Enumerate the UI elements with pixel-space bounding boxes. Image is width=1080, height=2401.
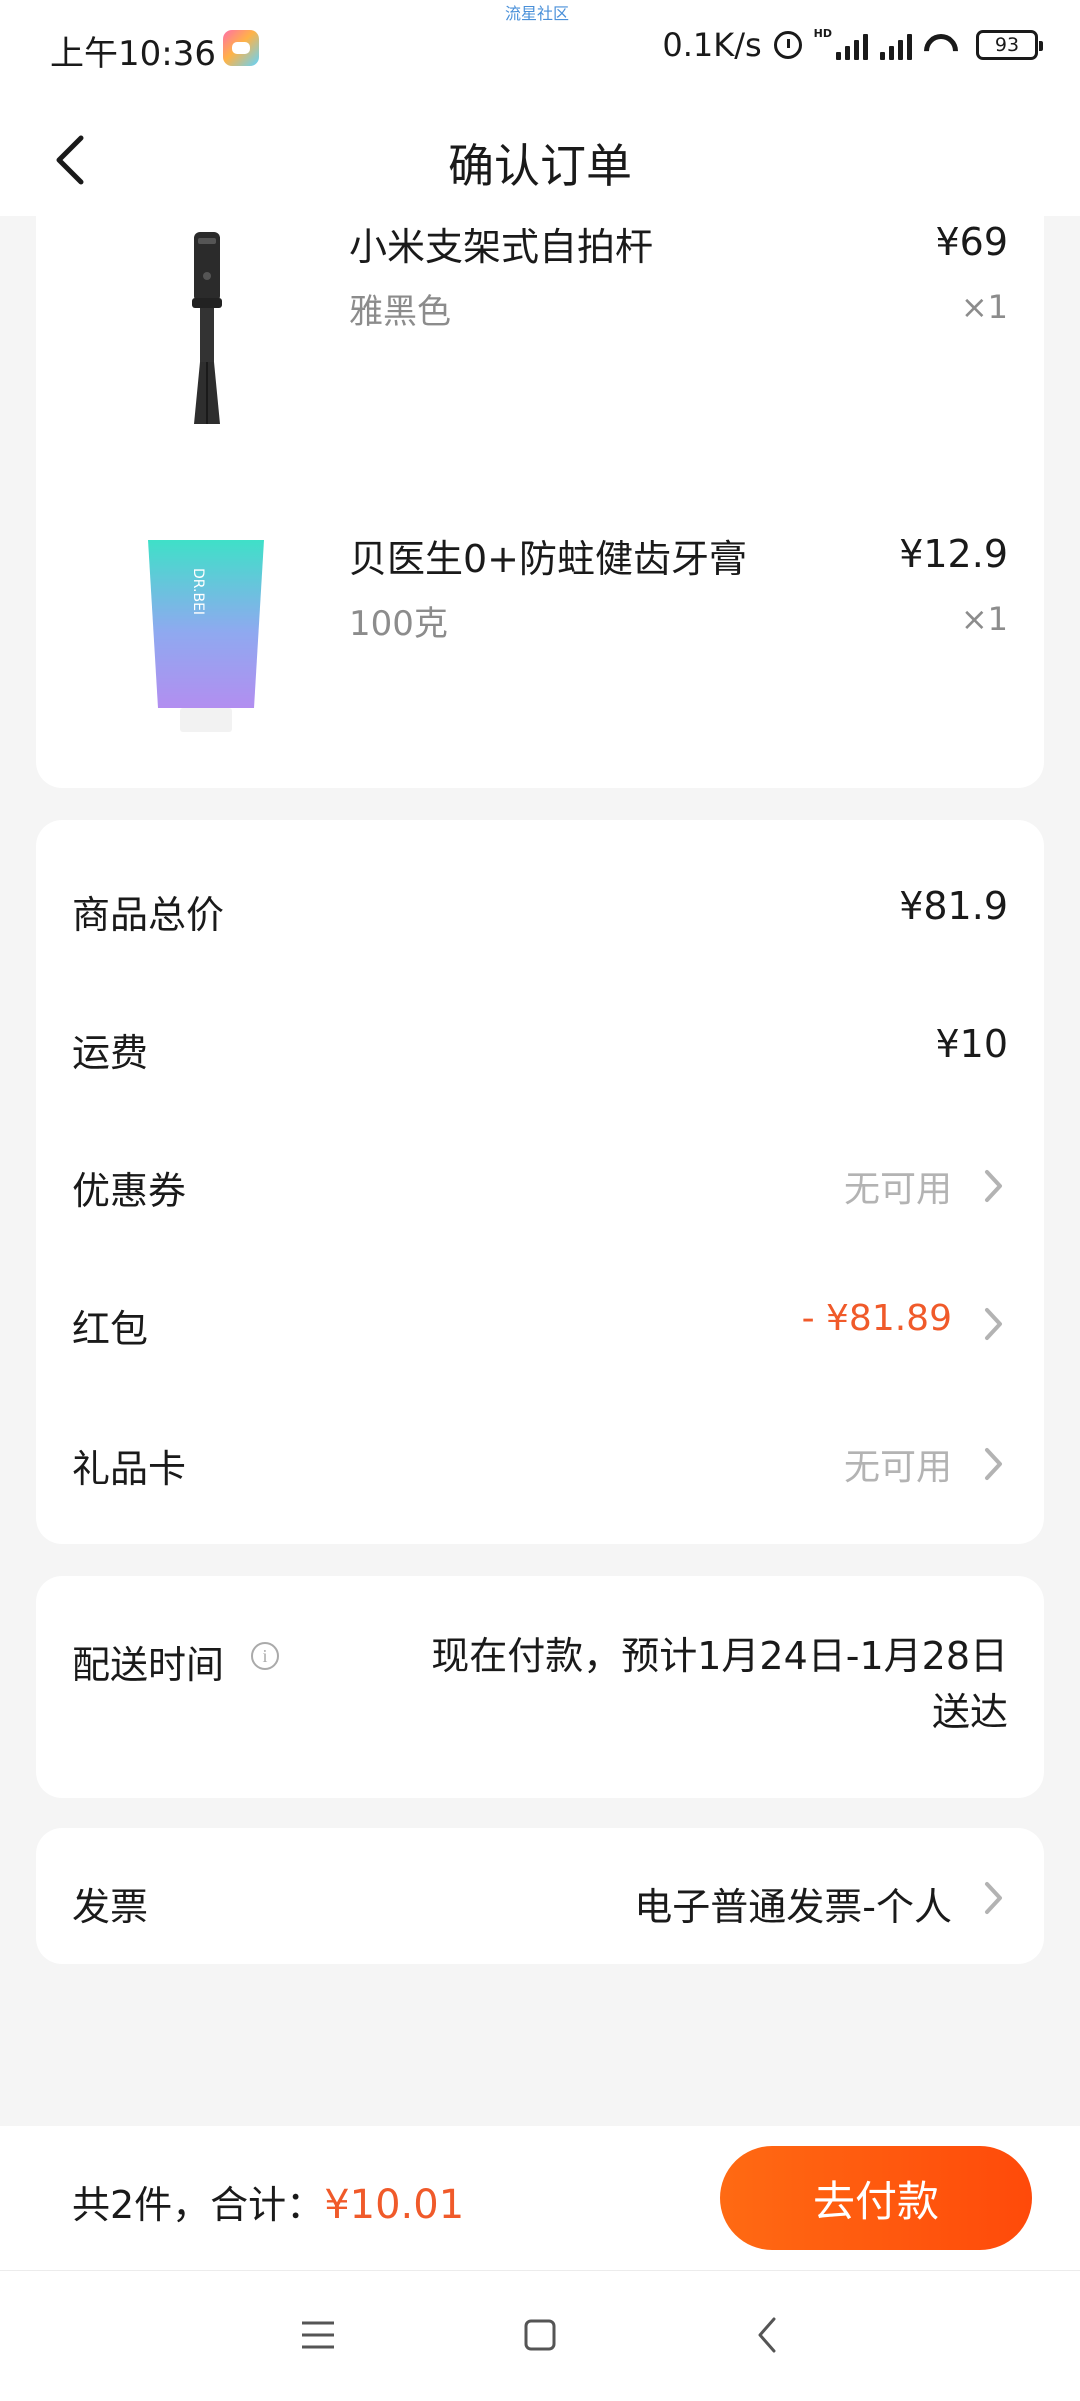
home-icon[interactable] <box>518 2313 562 2357</box>
product-variant: 100克 <box>349 604 448 644</box>
red-packet-value: - ¥81.89 <box>801 1298 952 1339</box>
status-indicators: 0.1K/s HD 93 <box>662 26 1043 64</box>
network-speed: 0.1K/s <box>662 26 762 64</box>
invoice-value: 电子普通发票-个人 <box>634 1885 952 1929</box>
toothpaste-image: DR.BEI <box>148 540 264 732</box>
product-price: ¥69 <box>935 220 1008 264</box>
checkout-bar: 共2件，合计：¥10.01 去付款 <box>0 2126 1080 2270</box>
header: 确认订单 <box>0 100 1080 216</box>
summary-prefix: 共2件，合计： <box>72 2183 325 2227</box>
shipping-value: ¥10 <box>935 1022 1008 1066</box>
red-packet-row[interactable]: 红包 - ¥81.89 <box>36 1258 1044 1378</box>
menu-icon[interactable] <box>296 2313 340 2357</box>
battery-icon: 93 <box>976 30 1043 60</box>
product-name: 贝医生0+防蛀健齿牙膏 <box>349 537 748 581</box>
chevron-right-icon <box>985 1882 1002 1914</box>
gift-card-value: 无可用 <box>843 1447 952 1488</box>
hd-label: HD <box>813 26 832 40</box>
order-summary: 共2件，合计：¥10.01 <box>72 2174 464 2229</box>
selfie-stick-image <box>192 232 222 424</box>
delivery-time-card: 配送时间 i 现在付款，预计1月24日-1月28日送达 <box>36 1576 1044 1798</box>
subtotal-row: 商品总价 ¥81.9 <box>36 844 1044 964</box>
coupon-value: 无可用 <box>843 1169 952 1210</box>
system-nav-bar <box>0 2270 1080 2401</box>
product-name: 小米支架式自拍杆 <box>349 225 654 269</box>
info-icon[interactable]: i <box>251 1642 279 1670</box>
pay-button[interactable]: 去付款 <box>720 2146 1032 2250</box>
product-variant: 雅黑色 <box>349 292 451 332</box>
page-title: 确认订单 <box>448 139 632 193</box>
delivery-value: 现在付款，预计1月24日-1月28日送达 <box>431 1634 1008 1734</box>
subtotal-label: 商品总价 <box>72 893 225 937</box>
chevron-right-icon <box>985 1308 1002 1340</box>
red-packet-label: 红包 <box>72 1307 149 1351</box>
invoice-row[interactable]: 发票 电子普通发票-个人 <box>36 1828 1044 1964</box>
product-quantity: ×1 <box>960 288 1008 326</box>
price-breakdown: 商品总价 ¥81.9 运费 ¥10 优惠券 无可用 红包 - ¥81.89 礼品… <box>36 820 1044 1544</box>
status-time: 上午10:36 <box>50 34 216 74</box>
status-bar: 上午10:36 流星社区 0.1K/s HD 93 <box>0 0 1080 100</box>
wifi-icon <box>924 30 964 60</box>
coupon-row[interactable]: 优惠券 无可用 <box>36 1120 1044 1240</box>
product-item[interactable]: 小米支架式自拍杆 雅黑色 ¥69 ×1 <box>36 200 1044 440</box>
chevron-right-icon <box>985 1448 1002 1480</box>
chevron-right-icon <box>985 1170 1002 1202</box>
game-app-icon <box>223 30 259 66</box>
alarm-icon <box>773 31 802 59</box>
coupon-label: 优惠券 <box>72 1169 187 1213</box>
shipping-label: 运费 <box>72 1031 149 1075</box>
signal-icon <box>836 30 868 60</box>
shipping-row: 运费 ¥10 <box>36 982 1044 1102</box>
watermark-text: 流星社区 <box>505 4 570 23</box>
gift-card-row[interactable]: 礼品卡 无可用 <box>36 1398 1044 1518</box>
signal-icon <box>880 30 912 60</box>
product-price: ¥12.9 <box>899 532 1008 576</box>
product-item[interactable]: DR.BEI 贝医生0+防蛀健齿牙膏 100克 ¥12.9 ×1 <box>36 512 1044 752</box>
invoice-label: 发票 <box>72 1885 149 1929</box>
gift-card-label: 礼品卡 <box>72 1447 187 1491</box>
svg-text:DR.BEI: DR.BEI <box>190 568 206 615</box>
product-list: 小米支架式自拍杆 雅黑色 ¥69 ×1 DR.BEI 贝医生0+防蛀健齿牙膏 1… <box>36 200 1044 788</box>
product-quantity: ×1 <box>960 600 1008 638</box>
subtotal-value: ¥81.9 <box>899 884 1008 928</box>
back-nav-icon[interactable] <box>746 2313 790 2357</box>
delivery-label: 配送时间 <box>72 1643 225 1687</box>
total-amount: ¥10.01 <box>324 2182 465 2228</box>
